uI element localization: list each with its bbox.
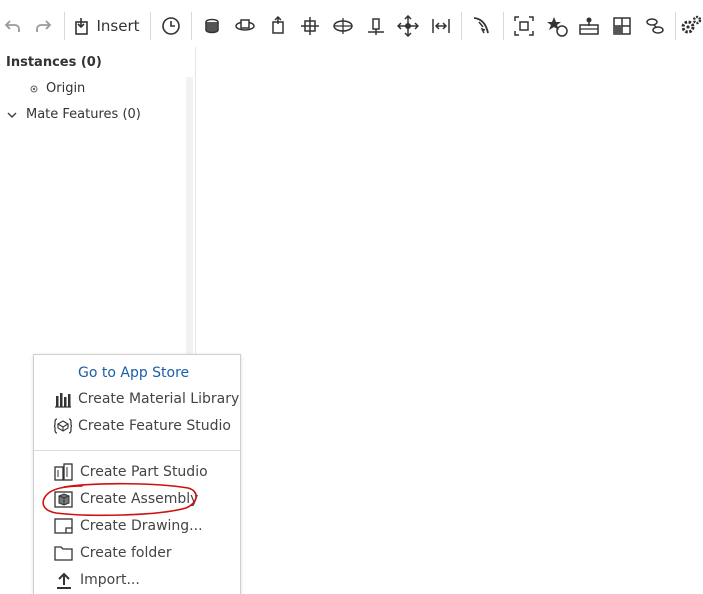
origin-label: Origin — [46, 81, 86, 96]
fastened-mate-button[interactable] — [196, 10, 229, 42]
import-item[interactable]: Import... — [54, 569, 140, 591]
folder-icon — [54, 546, 73, 561]
create-folder-item[interactable]: Create folder — [54, 542, 172, 564]
pattern-icon — [613, 17, 631, 35]
group-button[interactable] — [508, 10, 541, 42]
toolbar-separator — [674, 12, 676, 40]
tangent-mate-button[interactable] — [466, 10, 499, 42]
mate-features-item[interactable]: Mate Features (0) — [6, 107, 141, 122]
instances-title: Instances (0) — [6, 55, 102, 70]
chevron-down-icon[interactable] — [6, 109, 18, 121]
insert-icon — [75, 18, 89, 35]
import-icon — [57, 572, 71, 589]
tangent-mate-icon — [474, 17, 490, 34]
assembly-toolbar: Insert — [0, 6, 703, 46]
pin-slot-mate-button[interactable] — [359, 10, 392, 42]
history-button[interactable] — [154, 10, 187, 42]
settings-icon — [681, 15, 702, 34]
part-studio-icon — [54, 463, 73, 481]
feature-studio-icon — [54, 418, 72, 434]
material-library-icon — [55, 393, 71, 408]
mate-features-label: Mate Features (0) — [26, 107, 141, 122]
planar-mate-icon — [301, 17, 320, 35]
menu-item-label: Create folder — [80, 545, 172, 561]
revolute-mate-icon — [235, 19, 255, 31]
toolbar-separator — [461, 12, 463, 40]
replicate-icon — [546, 17, 568, 37]
insert-label: Insert — [96, 17, 140, 35]
undo-icon — [5, 20, 21, 32]
menu-item-label: Create Assembly — [80, 491, 199, 507]
create-part-studio-item[interactable]: Create Part Studio — [54, 461, 208, 483]
origin-icon — [30, 85, 38, 92]
revolute-mate-button[interactable] — [229, 10, 262, 42]
parallel-mate-icon — [432, 19, 450, 33]
redo-icon — [36, 20, 52, 32]
slider-mate-button[interactable] — [261, 10, 294, 42]
insert-button[interactable]: Insert — [68, 10, 145, 42]
menu-item-label: Create Drawing... — [80, 518, 203, 534]
menu-item-label: Create Feature Studio — [78, 418, 231, 434]
history-icon — [161, 17, 180, 35]
toolbar-separator — [191, 12, 193, 40]
parallel-mate-button[interactable] — [425, 10, 458, 42]
fastened-mate-icon — [205, 18, 220, 34]
relations-button[interactable] — [638, 10, 671, 42]
cylindrical-mate-button[interactable] — [327, 10, 360, 42]
menu-item-label: Create Material Library — [78, 391, 240, 407]
menu-item-label: Import... — [80, 572, 140, 588]
create-drawing-item[interactable]: Create Drawing... — [54, 515, 203, 537]
settings-button[interactable] — [680, 10, 703, 42]
ball-mate-button[interactable] — [392, 10, 425, 42]
menu-item-label: Create Part Studio — [80, 464, 208, 480]
mate-connector-button[interactable] — [573, 10, 606, 42]
planar-mate-button[interactable] — [294, 10, 327, 42]
drawing-icon — [54, 518, 73, 534]
menu-divider — [34, 450, 240, 451]
create-assembly-item[interactable]: Create Assembly — [54, 488, 198, 510]
origin-item[interactable]: Origin — [30, 81, 85, 96]
pattern-button[interactable] — [606, 10, 639, 42]
create-feature-studio-item[interactable]: Create Feature Studio — [54, 415, 231, 437]
group-icon — [514, 16, 534, 36]
mate-connector-icon — [579, 17, 600, 35]
relations-icon — [645, 18, 664, 34]
assembly-icon — [54, 491, 73, 508]
go-to-app-store-link[interactable]: Go to App Store — [78, 365, 189, 381]
create-material-library-item[interactable]: Create Material Library — [54, 388, 239, 410]
undo-button[interactable] — [0, 10, 27, 42]
toolbar-separator — [149, 12, 151, 40]
replicate-button[interactable] — [540, 10, 573, 42]
insert-context-menu: Go to App Store Create Material Library … — [33, 354, 241, 594]
slider-mate-icon — [271, 16, 284, 34]
toolbar-separator — [63, 12, 65, 40]
redo-button[interactable] — [27, 10, 60, 42]
cylindrical-mate-icon — [333, 18, 353, 34]
ball-mate-icon — [397, 15, 420, 37]
pin-slot-mate-icon — [367, 18, 384, 35]
toolbar-separator — [502, 12, 504, 40]
